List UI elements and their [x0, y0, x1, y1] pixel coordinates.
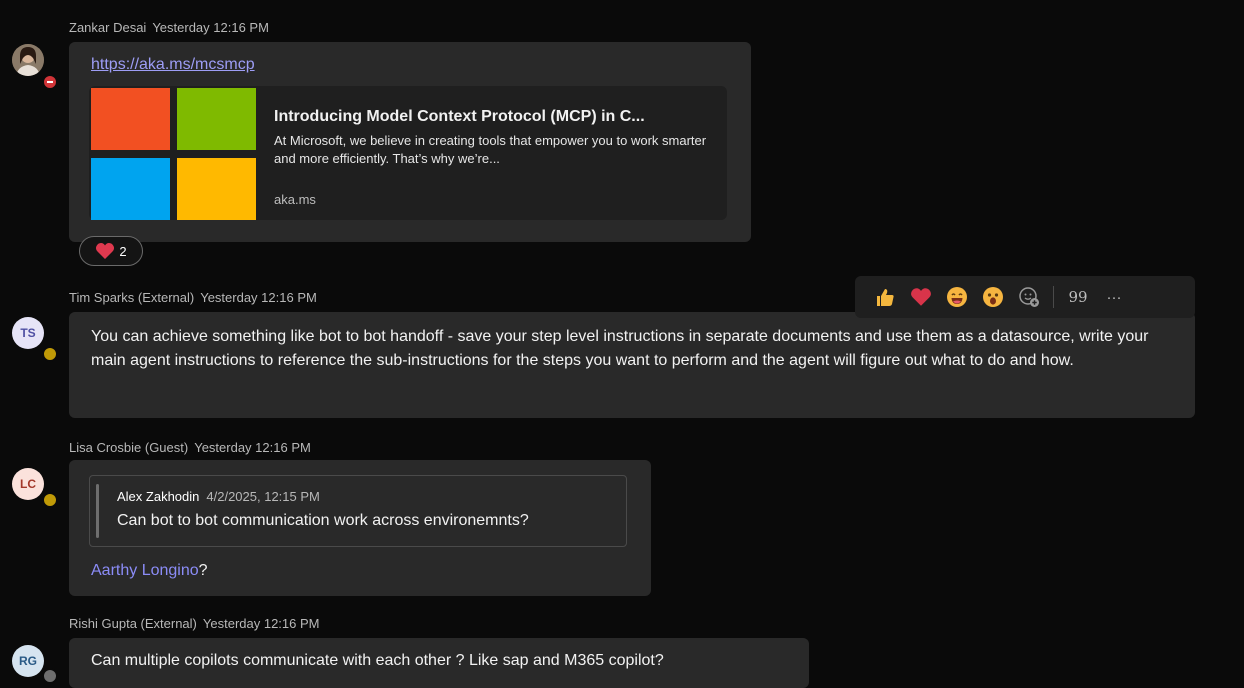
- author-name[interactable]: Zankar Desai: [69, 20, 146, 35]
- author-name[interactable]: Tim Sparks (External): [69, 290, 194, 305]
- presence-offline-icon: [42, 668, 58, 684]
- message-bubble: Alex Zakhodin 4/2/2025, 12:15 PM Can bot …: [69, 460, 651, 596]
- message-bubble: Can multiple copilots communicate with e…: [69, 638, 809, 688]
- avatar-initials: LC: [20, 477, 36, 491]
- avatar-initials: TS: [20, 326, 36, 340]
- reaction-count: 2: [119, 243, 127, 259]
- add-reaction-icon[interactable]: [1011, 277, 1047, 317]
- like-icon[interactable]: [867, 277, 903, 317]
- timestamp: Yesterday 12:16 PM: [202, 616, 320, 631]
- reaction-toolbar: 99 ···: [855, 276, 1195, 318]
- toolbar-divider: [1053, 286, 1054, 308]
- avatar[interactable]: RG: [12, 645, 44, 677]
- heart-icon: [96, 243, 115, 259]
- message-header: Zankar Desai Yesterday 12:16 PM: [69, 20, 269, 35]
- microsoft-logo: [89, 86, 257, 220]
- presence-away-icon: [42, 346, 58, 362]
- timestamp: Yesterday 12:16 PM: [194, 440, 311, 455]
- author-name[interactable]: Lisa Crosbie (Guest): [69, 440, 188, 455]
- avatar-photo: [12, 44, 44, 76]
- message-text: Can multiple copilots communicate with e…: [91, 652, 664, 669]
- reaction-chip[interactable]: 2: [79, 236, 143, 266]
- presence-busy-icon: [42, 74, 58, 90]
- timestamp: Yesterday 12:16 PM: [200, 290, 317, 305]
- laugh-icon[interactable]: [939, 277, 975, 317]
- avatar[interactable]: [12, 44, 44, 76]
- message-bubble: https://aka.ms/mcsmcp Introducing Model …: [69, 42, 751, 242]
- message-text: Aarthy Longino?: [91, 559, 208, 583]
- message-bubble: You can achieve something like bot to bo…: [69, 312, 1195, 418]
- author-name[interactable]: Rishi Gupta (External): [69, 616, 197, 631]
- surprised-icon[interactable]: [975, 277, 1011, 317]
- mention[interactable]: Aarthy Longino: [91, 562, 199, 579]
- timestamp: Yesterday 12:16 PM: [152, 20, 269, 35]
- quote-bar: [96, 484, 99, 538]
- quote-author: Alex Zakhodin: [117, 489, 200, 504]
- avatar[interactable]: TS: [12, 317, 44, 349]
- preview-domain: aka.ms: [274, 192, 316, 207]
- avatar[interactable]: LC: [12, 468, 44, 500]
- message-header: Rishi Gupta (External) Yesterday 12:16 PM: [69, 616, 319, 631]
- message-text: You can achieve something like bot to bo…: [91, 328, 1149, 369]
- avatar-initials: RG: [19, 654, 37, 668]
- quote-icon[interactable]: 99: [1060, 277, 1096, 317]
- more-options-icon[interactable]: ···: [1096, 277, 1132, 317]
- message-header: Tim Sparks (External) Yesterday 12:16 PM: [69, 290, 317, 305]
- presence-away-icon: [42, 492, 58, 508]
- message-header: Lisa Crosbie (Guest) Yesterday 12:16 PM: [69, 440, 311, 455]
- preview-description: At Microsoft, we believe in creating too…: [274, 133, 707, 166]
- quoted-message[interactable]: Alex Zakhodin 4/2/2025, 12:15 PM Can bot …: [89, 475, 627, 547]
- preview-title: Introducing Model Context Protocol (MCP)…: [274, 108, 645, 125]
- heart-icon[interactable]: [903, 277, 939, 317]
- quote-time: 4/2/2025, 12:15 PM: [206, 489, 320, 504]
- link-preview-card[interactable]: Introducing Model Context Protocol (MCP)…: [89, 86, 727, 220]
- message-link[interactable]: https://aka.ms/mcsmcp: [91, 56, 255, 74]
- quote-header: Alex Zakhodin 4/2/2025, 12:15 PM: [117, 489, 320, 504]
- mention-suffix: ?: [198, 562, 208, 579]
- quote-text: Can bot to bot communication work across…: [117, 512, 529, 529]
